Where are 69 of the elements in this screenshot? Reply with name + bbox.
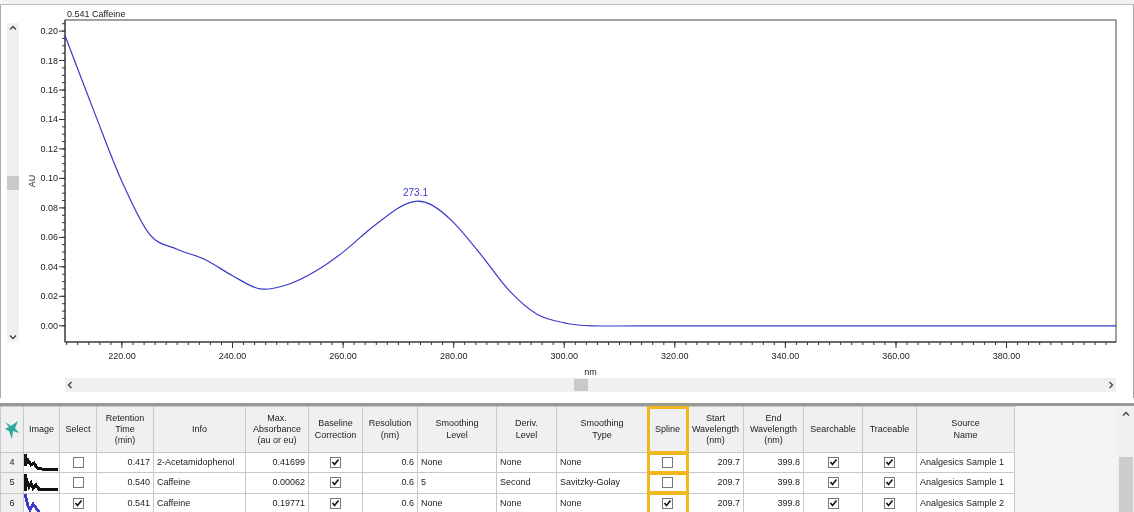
checkbox[interactable] xyxy=(662,457,673,469)
x-tick-label: 360.00 xyxy=(882,351,910,361)
y-tick-label: 0.04 xyxy=(40,261,58,272)
scroll-right-icon[interactable] xyxy=(1106,380,1116,390)
column-header[interactable]: Source Name xyxy=(916,406,1015,453)
y-axis-label: AU xyxy=(27,174,37,188)
checkbox[interactable] xyxy=(72,497,84,509)
y-tick-label: 0.12 xyxy=(40,143,58,154)
row-number: 4 xyxy=(0,452,24,473)
column-header[interactable]: Baseline Correction xyxy=(308,406,363,453)
column-header[interactable]: Max. Absorbance (au or eu) xyxy=(245,406,309,453)
x-tick-label: 320.00 xyxy=(661,351,689,361)
x-tick-label: 340.00 xyxy=(771,351,800,361)
y-tick-label: 0.02 xyxy=(40,291,58,302)
y-tick-label: 0.10 xyxy=(40,173,58,184)
column-header[interactable]: Start Wavelength (nm) xyxy=(687,406,744,453)
column-header[interactable]: Resolution (nm) xyxy=(362,406,418,453)
checkbox[interactable] xyxy=(330,497,341,509)
scroll-thumb[interactable] xyxy=(1118,457,1133,512)
column-header[interactable]: Traceable xyxy=(862,406,917,453)
checkbox[interactable] xyxy=(662,477,673,489)
checkbox[interactable] xyxy=(827,457,839,469)
column-header[interactable]: Searchable xyxy=(803,406,863,453)
scroll-left-icon[interactable] xyxy=(65,380,75,390)
scroll-up-icon[interactable] xyxy=(8,23,18,33)
y-tick-label: 0.06 xyxy=(40,232,58,243)
checkbox[interactable] xyxy=(884,477,895,489)
checkbox[interactable] xyxy=(827,497,839,509)
column-header[interactable]: Image xyxy=(23,406,60,453)
scroll-down-icon[interactable] xyxy=(8,332,18,342)
y-tick-label: 0.00 xyxy=(40,320,58,331)
column-header[interactable]: End Wavelength (nm) xyxy=(743,406,804,453)
horizontal-scrollbar[interactable] xyxy=(65,378,1116,392)
column-header[interactable]: Info xyxy=(153,406,246,453)
checkbox[interactable] xyxy=(884,497,895,509)
row-number: 5 xyxy=(0,472,24,494)
x-tick-label: 220.00 xyxy=(108,351,136,361)
checkbox[interactable] xyxy=(72,477,84,489)
checkbox[interactable] xyxy=(72,457,84,469)
column-header[interactable]: Smoothing Type xyxy=(556,406,648,453)
column-header[interactable]: Select xyxy=(59,406,97,453)
column-header[interactable]: Retention Time (min) xyxy=(96,406,154,453)
checkbox[interactable] xyxy=(330,457,341,469)
y-tick-label: 0.20 xyxy=(40,26,58,37)
x-tick-label: 240.00 xyxy=(218,351,247,361)
checkbox[interactable] xyxy=(330,477,341,489)
logo-icon xyxy=(4,419,20,440)
column-header[interactable]: Deriv. Level xyxy=(496,406,557,453)
scroll-up-icon[interactable] xyxy=(1120,409,1131,419)
y-tick-label: 0.08 xyxy=(40,202,58,213)
x-tick-label: 380.00 xyxy=(992,351,1021,361)
y-tick-label: 0.14 xyxy=(40,114,58,125)
scroll-thumb[interactable] xyxy=(573,379,588,391)
checkbox[interactable] xyxy=(662,497,673,509)
chart-title: 0.541 Caffeine xyxy=(67,9,126,19)
x-tick-label: 260.00 xyxy=(329,351,357,361)
peak-label: 273.1 xyxy=(403,187,429,199)
column-header[interactable]: Spline xyxy=(647,406,688,453)
vertical-scrollbar[interactable] xyxy=(7,23,19,342)
checkbox[interactable] xyxy=(827,477,839,489)
vertical-scrollbar[interactable] xyxy=(1117,406,1134,512)
checkbox[interactable] xyxy=(884,457,895,469)
x-axis-label: nm xyxy=(584,367,597,377)
y-tick-label: 0.16 xyxy=(40,85,58,95)
column-header[interactable]: Smoothing Level xyxy=(417,406,497,453)
x-tick-label: 280.00 xyxy=(439,351,468,361)
x-tick-label: 300.00 xyxy=(550,351,578,361)
y-tick-label: 0.18 xyxy=(40,55,58,66)
scroll-thumb[interactable] xyxy=(7,175,19,190)
